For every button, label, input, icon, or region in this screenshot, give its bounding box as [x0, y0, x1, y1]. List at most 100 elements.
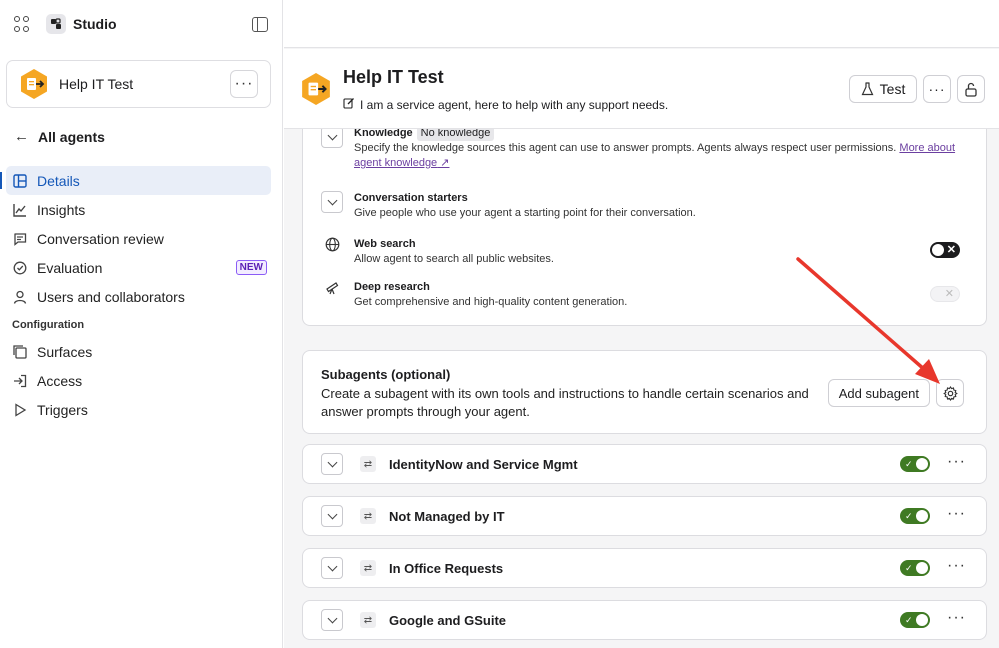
- sidebar-item-label: Insights: [37, 201, 86, 218]
- agent-card-name: Help IT Test: [59, 76, 134, 92]
- subagent-flow-icon: ⇄: [360, 508, 376, 524]
- starters-title: Conversation starters: [354, 192, 468, 204]
- chat-icon: [12, 231, 28, 247]
- subagent-flow-icon: ⇄: [360, 560, 376, 576]
- check-circle-icon: [12, 260, 28, 276]
- surfaces-icon: [12, 344, 28, 360]
- agent-header: Help IT Test I am a service agent, here …: [284, 49, 999, 129]
- test-button-label: Test: [879, 81, 906, 97]
- web-search-desc: Allow agent to search all public website…: [354, 253, 554, 265]
- sidebar-item-conversation-review[interactable]: Conversation review: [6, 224, 271, 253]
- apps-grid-icon[interactable]: [14, 16, 30, 32]
- check-icon: ✓: [905, 615, 913, 625]
- subagent-more-button[interactable]: ···: [947, 558, 966, 574]
- all-agents-label: All agents: [38, 128, 105, 145]
- chevron-down-icon: [327, 195, 337, 206]
- chevron-down-icon: [327, 561, 337, 572]
- web-search-title: Web search: [354, 238, 416, 250]
- subagent-more-button[interactable]: ···: [947, 506, 966, 522]
- deep-research-row: Deep research Get comprehensive and high…: [321, 280, 627, 310]
- sidebar-item-insights[interactable]: Insights: [6, 195, 271, 224]
- subagents-title: Subagents (optional): [321, 367, 451, 382]
- user-icon: [12, 289, 28, 305]
- sidebar-item-label: Conversation review: [37, 230, 164, 247]
- sidebar-item-details[interactable]: Details: [0, 166, 271, 195]
- expand-knowledge-button[interactable]: [321, 126, 343, 148]
- chevron-down-icon: [327, 509, 337, 520]
- subagent-row[interactable]: ⇄ In Office Requests ✓ ···: [302, 548, 987, 588]
- sidebar-item-label: Evaluation: [37, 259, 103, 276]
- agent-more-button[interactable]: ···: [230, 70, 258, 98]
- subagent-toggle[interactable]: ✓: [900, 508, 930, 524]
- agent-tools-card: Knowledge No knowledge Specify the knowle…: [302, 120, 987, 326]
- subagent-toggle[interactable]: ✓: [900, 456, 930, 472]
- configuration-section-label: Configuration: [12, 319, 85, 331]
- sidebar-item-label: Users and collaborators: [37, 288, 185, 305]
- expand-subagent-button[interactable]: [321, 453, 343, 475]
- app-title: Studio: [73, 16, 117, 32]
- add-subagent-button[interactable]: Add subagent: [827, 379, 930, 407]
- knowledge-desc: Specify the knowledge sources this agent…: [354, 142, 897, 154]
- main-panel: Knowledge No knowledge Specify the knowle…: [284, 0, 999, 648]
- agent-description[interactable]: I am a service agent, here to help with …: [343, 97, 668, 112]
- sidebar-item-surfaces[interactable]: Surfaces: [6, 337, 271, 366]
- subagent-name: Not Managed by IT: [389, 508, 505, 524]
- sidebar: Studio Help IT Test ··· ← All agents Det…: [0, 0, 283, 648]
- sidebar-item-label: Triggers: [37, 401, 88, 418]
- chevron-down-icon: [327, 613, 337, 624]
- collapse-sidebar-icon[interactable]: [252, 16, 268, 32]
- sidebar-item-triggers[interactable]: Triggers: [6, 395, 271, 424]
- subagent-name: Google and GSuite: [389, 612, 507, 628]
- expand-starters-button[interactable]: [321, 191, 343, 213]
- starters-desc: Give people who use your agent a startin…: [354, 207, 696, 219]
- test-button[interactable]: Test: [849, 75, 917, 103]
- subagent-toggle[interactable]: ✓: [900, 560, 930, 576]
- agent-description-text: I am a service agent, here to help with …: [360, 97, 669, 112]
- x-icon: ✕: [944, 288, 954, 300]
- arrow-left-icon: ←: [14, 128, 29, 145]
- sidebar-item-access[interactable]: Access: [6, 366, 271, 395]
- agent-more-options-button[interactable]: ···: [923, 75, 951, 103]
- deep-research-desc: Get comprehensive and high-quality conte…: [354, 296, 628, 308]
- subagents-desc: Create a subagent with its own tools and…: [321, 386, 809, 419]
- lock-open-icon: [965, 82, 977, 97]
- page-title: Help IT Test: [343, 67, 444, 87]
- main-top-strip: [284, 0, 999, 48]
- sidebar-topbar: Studio: [0, 0, 282, 48]
- subagent-name: IdentityNow and Service Mgmt: [389, 456, 578, 472]
- sidebar-item-label: Access: [37, 372, 83, 389]
- edit-icon: [343, 97, 355, 112]
- subagent-settings-button[interactable]: [936, 379, 964, 407]
- deep-research-toggle[interactable]: ✕: [930, 286, 960, 302]
- deep-research-title: Deep research: [354, 281, 430, 293]
- flask-icon: [861, 82, 874, 96]
- check-icon: ✓: [905, 459, 913, 469]
- knowledge-row: Knowledge No knowledge Specify the knowle…: [321, 126, 964, 171]
- agent-logo-icon: [21, 69, 47, 99]
- subagent-row[interactable]: ⇄ Google and GSuite ✓ ···: [302, 600, 987, 640]
- studio-logo-icon: [46, 14, 66, 34]
- sidebar-item-label: Surfaces: [37, 343, 93, 360]
- subagent-more-button[interactable]: ···: [947, 454, 966, 470]
- expand-subagent-button[interactable]: [321, 505, 343, 527]
- chevron-down-icon: [327, 130, 337, 141]
- sidebar-item-users[interactable]: Users and collaborators: [6, 282, 271, 311]
- header-actions: Test ···: [849, 75, 985, 103]
- expand-subagent-button[interactable]: [321, 609, 343, 631]
- expand-subagent-button[interactable]: [321, 557, 343, 579]
- subagents-card: Subagents (optional) Create a subagent w…: [302, 350, 987, 434]
- subagent-row[interactable]: ⇄ IdentityNow and Service Mgmt ✓ ···: [302, 444, 987, 484]
- all-agents-link[interactable]: ← All agents: [14, 128, 105, 145]
- conversation-starters-row: Conversation starters Give people who us…: [321, 191, 696, 221]
- subagent-toggle[interactable]: ✓: [900, 612, 930, 628]
- subagent-row[interactable]: ⇄ Not Managed by IT ✓ ···: [302, 496, 987, 536]
- more-horizontal-icon: ···: [928, 81, 946, 97]
- subagent-more-button[interactable]: ···: [947, 610, 966, 626]
- lock-button[interactable]: [957, 75, 985, 103]
- web-search-toggle[interactable]: ✕: [930, 242, 960, 258]
- x-icon: ✕: [946, 244, 956, 256]
- table-icon: [12, 173, 28, 189]
- sidebar-item-evaluation[interactable]: Evaluation NEW: [6, 253, 271, 282]
- agent-selector-card[interactable]: Help IT Test ···: [6, 60, 271, 108]
- sign-in-icon: [12, 373, 28, 389]
